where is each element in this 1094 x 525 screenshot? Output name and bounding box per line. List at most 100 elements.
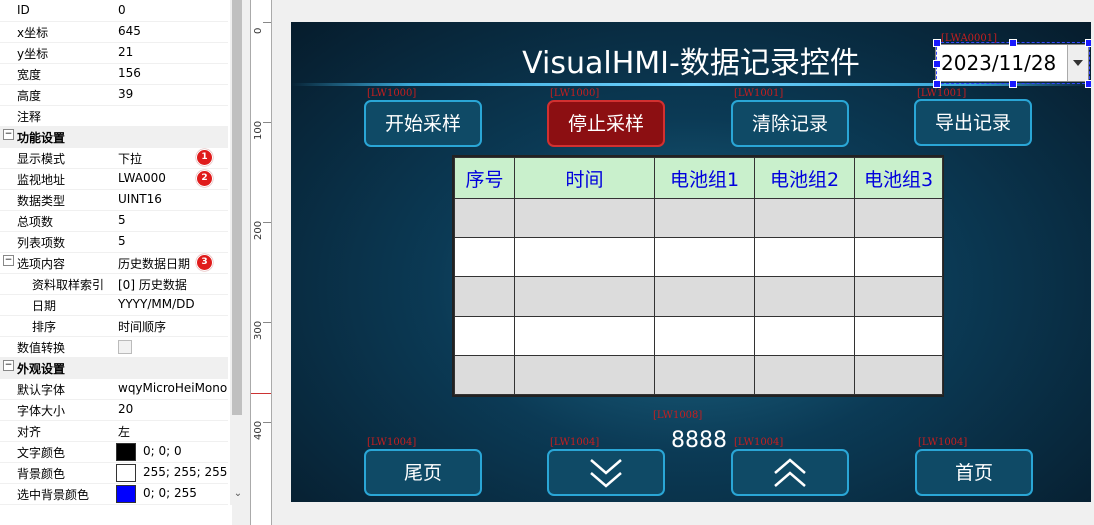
color-swatch[interactable] [116,443,136,461]
table-cell[interactable] [754,315,855,356]
prop-value[interactable]: 5 [118,234,126,248]
prop-row-x[interactable]: x坐标 645 [0,21,228,43]
table-row[interactable] [454,315,943,356]
prop-value[interactable]: 5 [118,213,126,227]
prop-value[interactable]: 0 [118,3,126,17]
prop-value[interactable]: 下拉 [118,150,142,167]
table-cell[interactable] [654,315,755,356]
prop-value[interactable]: 156 [118,66,141,80]
data-record-table[interactable]: 序号 时间 电池组1 电池组2 电池组3 [452,155,944,397]
prop-row-sample-index[interactable]: 资料取样索引 [0] 历史数据 [0,273,228,295]
table-cell[interactable] [854,276,943,317]
prop-value[interactable]: wqyMicroHeiMono [118,381,227,395]
table-cell[interactable] [854,315,943,356]
prop-value[interactable]: 21 [118,45,133,59]
prop-row-value-convert[interactable]: 数值转换 [0,336,228,358]
column-header-battery-2[interactable]: 电池组2 [754,157,855,199]
prop-row-selected-bg-color[interactable]: 选中背景颜色 0; 0; 255 [0,483,228,505]
prop-row-data-type[interactable]: 数据类型 UINT16 [0,189,228,211]
table-cell[interactable] [654,237,755,278]
prop-row-width[interactable]: 宽度 156 [0,63,228,85]
prop-value[interactable]: 0; 0; 255 [143,486,197,500]
collapse-toggle-icon[interactable]: − [3,360,14,371]
last-page-button[interactable]: 尾页 [364,449,482,496]
color-swatch[interactable] [116,485,136,503]
column-header-time[interactable]: 时间 [514,157,655,199]
table-cell[interactable] [754,197,855,239]
prop-value[interactable]: LWA000 [118,171,166,185]
prop-row-date-format[interactable]: 日期 YYYY/MM/DD [0,294,228,316]
table-cell[interactable] [654,276,755,317]
prop-value[interactable]: YYYY/MM/DD [118,297,195,311]
table-cell[interactable] [514,237,655,278]
prop-row-font-size[interactable]: 字体大小 20 [0,399,228,421]
group-function-settings[interactable]: − 功能设置 [0,126,228,148]
prop-row-id[interactable]: ID 0 [0,0,228,22]
column-header-index[interactable]: 序号 [454,157,515,199]
collapse-toggle-icon[interactable]: − [3,255,14,266]
prop-row-monitor-address[interactable]: 监视地址 LWA000 2 [0,168,228,190]
table-cell[interactable] [754,354,855,396]
resize-handle[interactable] [1085,39,1091,47]
resize-handle[interactable] [933,39,941,47]
table-cell[interactable] [454,237,515,278]
hmi-canvas[interactable]: VisualHMI-数据记录控件 [LW1000] 开始采样 [LW1000] … [291,22,1091,502]
page-down-button[interactable] [547,449,665,496]
prop-value[interactable]: 645 [118,24,141,38]
group-appearance-settings[interactable]: − 外观设置 [0,357,228,379]
collapse-toggle-icon[interactable]: − [3,129,14,140]
prop-row-display-mode[interactable]: 显示模式 下拉 1 [0,147,228,169]
value-convert-checkbox[interactable] [118,340,132,354]
first-page-button[interactable]: 首页 [915,449,1033,496]
prop-row-total-items[interactable]: 总项数 5 [0,210,228,232]
prop-row-text-color[interactable]: 文字颜色 0; 0; 0 [0,441,228,463]
column-header-battery-3[interactable]: 电池组3 [854,157,943,199]
prop-value[interactable]: 20 [118,402,133,416]
table-cell[interactable] [754,276,855,317]
table-cell[interactable] [754,237,855,278]
prop-value[interactable]: 时间顺序 [118,318,166,335]
prop-row-sort-order[interactable]: 排序 时间顺序 [0,315,228,337]
prop-row-y[interactable]: y坐标 21 [0,42,228,64]
table-row[interactable] [454,276,943,317]
export-records-button[interactable]: 导出记录 [914,99,1032,146]
table-cell[interactable] [514,315,655,356]
prop-row-align[interactable]: 对齐 左 [0,420,228,442]
table-cell[interactable] [454,315,515,356]
prop-row-list-items[interactable]: 列表项数 5 [0,231,228,253]
prop-value[interactable]: [0] 历史数据 [118,276,187,293]
resize-handle[interactable] [1009,80,1017,88]
table-cell[interactable] [854,237,943,278]
table-cell[interactable] [654,354,755,396]
prop-value[interactable]: 历史数据日期 [118,255,190,272]
resize-handle[interactable] [933,60,941,68]
prop-value[interactable]: 左 [118,423,130,440]
prop-row-height[interactable]: 高度 39 [0,84,228,106]
scrollbar-thumb[interactable] [232,0,242,415]
property-scrollbar[interactable] [230,0,244,505]
table-cell[interactable] [854,354,943,396]
prop-row-option-content[interactable]: − 选项内容 历史数据日期 3 [0,252,228,274]
color-swatch[interactable] [116,464,136,482]
prop-value[interactable]: 39 [118,87,133,101]
start-sampling-button[interactable]: 开始采样 [364,100,482,147]
page-up-button[interactable] [731,449,849,496]
prop-value[interactable]: 255; 255; 255 [143,465,227,479]
table-row[interactable] [454,354,943,396]
table-cell[interactable] [854,197,943,239]
table-cell[interactable] [514,276,655,317]
table-cell[interactable] [514,354,655,396]
column-header-battery-1[interactable]: 电池组1 [654,157,755,199]
resize-handle[interactable] [1085,80,1091,88]
table-cell[interactable] [654,197,755,239]
clear-records-button[interactable]: 清除记录 [731,100,849,147]
prop-row-default-font[interactable]: 默认字体 wqyMicroHeiMono [0,378,228,400]
prop-row-comment[interactable]: 注释 [0,105,228,127]
table-row[interactable] [454,237,943,278]
table-row[interactable] [454,197,943,239]
resize-handle[interactable] [933,80,941,88]
prop-value[interactable]: 0; 0; 0 [143,444,182,458]
prop-value[interactable]: UINT16 [118,192,162,206]
resize-handle[interactable] [1009,39,1017,47]
table-cell[interactable] [454,197,515,239]
